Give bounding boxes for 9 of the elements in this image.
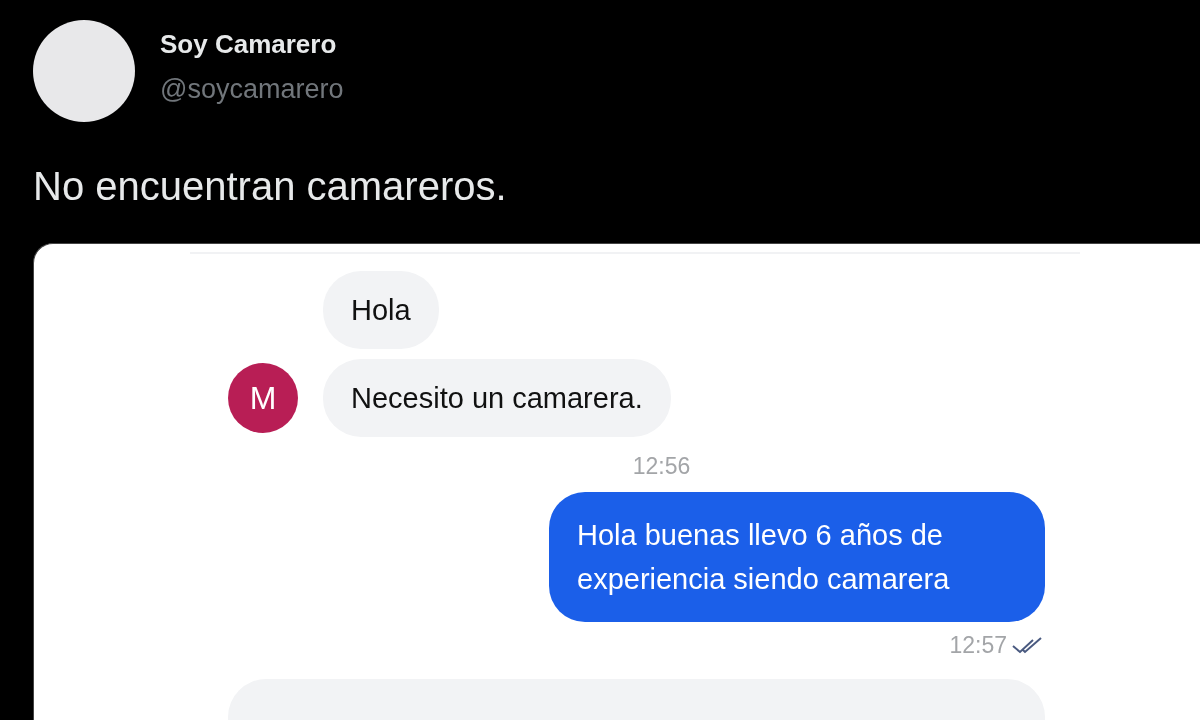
tweet-text: No encuentran camareros. xyxy=(33,164,507,208)
message-time: 12:57 xyxy=(949,632,1007,659)
author-handle[interactable]: @soycamarero xyxy=(160,74,344,105)
author-name[interactable]: Soy Camarero xyxy=(160,29,344,60)
message-bubble: Hola xyxy=(323,271,439,349)
avatar-circle[interactable]: M xyxy=(228,363,298,433)
message-bubble: Necesito un camarera. xyxy=(323,359,671,437)
message-time: 12:56 xyxy=(632,453,691,480)
message-bubble: Hola buenas llevo 6 años de experiencia siendo camarera xyxy=(549,492,1045,622)
